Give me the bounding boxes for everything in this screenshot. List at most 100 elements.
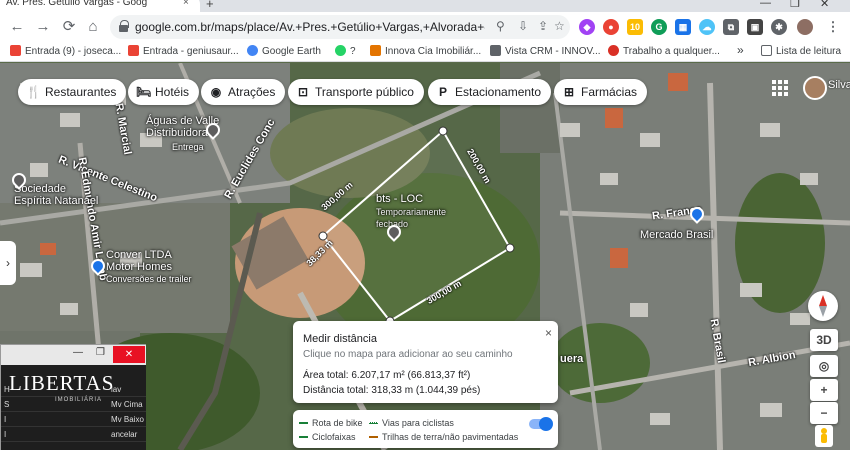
- place-label[interactable]: Conver LTDA Motor Homes: [106, 249, 172, 273]
- extension-copy-icon[interactable]: ⧉: [723, 19, 739, 35]
- measure-title: Medir distância: [303, 333, 377, 345]
- legend-item: Ciclofaixas: [299, 432, 356, 442]
- legend-item: Rota de bike: [299, 418, 363, 428]
- bookmark-star-icon[interactable]: ☆: [554, 19, 565, 33]
- bookmarks-bar: Entrada (9) - joseca... Entrada - genius…: [0, 42, 850, 62]
- google-apps-icon[interactable]: [772, 80, 788, 96]
- minimize-button[interactable]: —: [760, 0, 771, 9]
- bookmark-item[interactable]: Trabalho a qualquer...: [608, 45, 720, 57]
- back-button[interactable]: ←: [6, 17, 28, 37]
- place-label[interactable]: Mercado Brasil: [640, 229, 713, 241]
- bookmark-item[interactable]: Vista CRM - INNOV...: [490, 45, 601, 57]
- measure-area: Área total: 6.207,17 m² (66.813,37 ft²): [303, 370, 471, 381]
- chip-transporte[interactable]: ⊡ Transporte público: [288, 79, 424, 105]
- bookmark-item[interactable]: Entrada (9) - joseca...: [10, 45, 121, 57]
- earth-icon: [247, 45, 258, 56]
- new-tab-button[interactable]: +: [206, 0, 214, 11]
- road-label: uera: [560, 353, 584, 365]
- address-bar[interactable]: google.com.br/maps/place/Av.+Pres.+Getúl…: [110, 15, 570, 39]
- close-icon[interactable]: ×: [545, 326, 552, 340]
- browser-tab[interactable]: Av. Pres. Getúlio Vargas - Goog: [0, 0, 200, 12]
- legend-item: Vias para ciclistas: [369, 418, 454, 428]
- side-panel-toggle[interactable]: ›: [0, 241, 16, 285]
- compass-icon[interactable]: [808, 291, 838, 321]
- extension-map-icon[interactable]: ▦: [675, 19, 691, 35]
- trabalho-icon: [608, 45, 619, 56]
- maximize-button[interactable]: ❐: [790, 0, 800, 10]
- chip-restaurantes[interactable]: 🍴 Restaurantes: [18, 79, 127, 105]
- tab-title: Av. Pres. Getúlio Vargas - Goog: [6, 0, 148, 8]
- extension-pin-icon[interactable]: ◆: [579, 19, 595, 35]
- extension-badge-icon[interactable]: 10: [627, 19, 643, 35]
- camera-icon: ◉: [210, 85, 222, 99]
- home-button[interactable]: ⌂: [82, 17, 104, 37]
- place-sublabel: Temporariamente fechado: [376, 207, 447, 229]
- overlay-row[interactable]: I Mv Baixo: [1, 413, 146, 427]
- extension-camera-icon[interactable]: ▣: [747, 19, 763, 35]
- overlay-minimize-button[interactable]: —: [73, 347, 83, 358]
- extension-record-icon[interactable]: ●: [603, 19, 619, 35]
- pharmacy-icon: ⊞: [563, 85, 575, 99]
- tab-close-icon[interactable]: ×: [183, 0, 189, 8]
- innova-icon: [370, 45, 381, 56]
- bike-layer-legend: Rota de bike Vias para ciclistas Ciclofa…: [293, 410, 558, 448]
- measure-vertex: [438, 126, 448, 136]
- profile-avatar-icon[interactable]: [797, 19, 813, 35]
- chip-atracoes[interactable]: ◉ Atrações: [201, 79, 286, 105]
- tilt-3d-button[interactable]: 3D: [810, 329, 838, 351]
- overlay-maximize-button[interactable]: ❐: [96, 347, 105, 358]
- url-text[interactable]: google.com.br/maps/place/Av.+Pres.+Getúl…: [135, 20, 485, 34]
- place-sublabel: Entrega: [172, 142, 204, 152]
- chip-farmacias[interactable]: ⊞ Farmácias: [554, 79, 648, 105]
- reading-list-button[interactable]: Lista de leitura: [761, 45, 841, 57]
- lock-icon[interactable]: [119, 20, 129, 32]
- libertas-logo: LIBERTAS IMOBILIÁRIA: [9, 371, 115, 403]
- account-avatar[interactable]: [803, 76, 827, 100]
- chip-estacionamento[interactable]: P Estacionamento: [428, 79, 552, 105]
- fork-knife-icon: 🍴: [26, 85, 41, 99]
- extension-grammar-icon[interactable]: G: [651, 19, 667, 35]
- locate-me-icon[interactable]: ◎: [810, 355, 838, 377]
- install-icon[interactable]: ⇩: [518, 19, 528, 33]
- overlay-row[interactable]: Iancelar: [1, 428, 146, 442]
- measure-vertex: [505, 243, 515, 253]
- close-window-button[interactable]: ✕: [820, 0, 829, 10]
- bookmark-item[interactable]: ?: [335, 45, 356, 57]
- vista-icon: [490, 45, 501, 56]
- forward-button[interactable]: →: [32, 17, 54, 37]
- bed-icon: 🛏: [136, 85, 152, 99]
- overlay-close-button[interactable]: ✕: [113, 346, 145, 363]
- bike-layer-toggle[interactable]: [529, 417, 553, 431]
- measure-distance-card: Medir distância Clique no mapa para adic…: [293, 321, 558, 403]
- zoom-out-button[interactable]: −: [810, 402, 838, 424]
- overlay-window: — ❐ ✕ Hlav S Mv Cima I Mv Baixo Iancelar L…: [0, 344, 146, 450]
- chip-hoteis[interactable]: 🛏 Hotéis: [128, 79, 200, 105]
- gmail-icon: [128, 45, 139, 56]
- bookmarks-more-button[interactable]: »: [737, 43, 744, 57]
- map-canvas[interactable]: R. Marcial R. Vicente Celestino R. Edmun…: [0, 63, 850, 450]
- bookmark-item[interactable]: Google Earth: [247, 45, 321, 57]
- parking-icon: P: [438, 85, 447, 99]
- overlay-titlebar[interactable]: — ❐ ✕: [1, 345, 146, 365]
- gmail-icon: [10, 45, 21, 56]
- share-icon[interactable]: ⇪: [538, 19, 548, 33]
- zoom-in-button[interactable]: +: [810, 379, 838, 401]
- tab-strip: Av. Pres. Getúlio Vargas - Goog × + — ❐ …: [0, 0, 850, 12]
- bookmark-item[interactable]: Entrada - geniusaur...: [128, 45, 239, 57]
- extension-cloud-icon[interactable]: ☁: [699, 19, 715, 35]
- place-label[interactable]: bts - LOC: [376, 193, 423, 205]
- extensions-puzzle-icon[interactable]: ✱: [771, 19, 787, 35]
- bookmark-item[interactable]: Innova Cia Imobiliár...: [370, 45, 481, 57]
- bus-icon: ⊡: [297, 85, 309, 99]
- place-label[interactable]: Sociedade Espírita Natanael: [14, 183, 98, 207]
- measure-distance: Distância total: 318,33 m (1.044,39 pés): [303, 385, 481, 396]
- menu-kebab-icon[interactable]: ⋮: [825, 19, 841, 35]
- browser-toolbar: ← → ⟳ ⌂ google.com.br/maps/place/Av.+Pre…: [0, 12, 850, 42]
- legend-item: Trilhas de terra/não pavimentadas: [369, 432, 518, 442]
- location-icon[interactable]: ⚲: [496, 19, 505, 33]
- pegman-icon[interactable]: [815, 425, 833, 447]
- measure-hint: Clique no mapa para adicionar ao seu cam…: [303, 349, 513, 360]
- reading-list-icon: [761, 45, 772, 56]
- reload-button[interactable]: ⟳: [58, 17, 80, 37]
- place-sublabel: Conversões de trailer: [106, 274, 192, 284]
